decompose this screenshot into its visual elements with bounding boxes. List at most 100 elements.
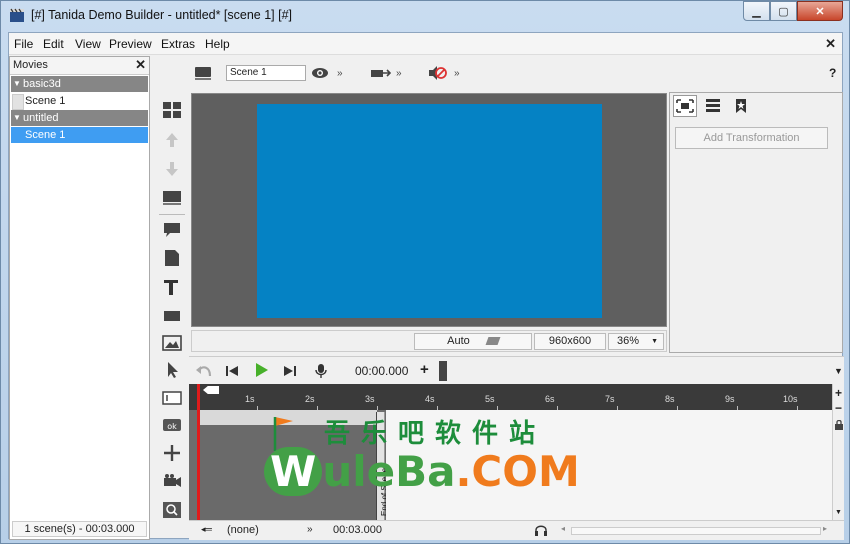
transformation-panel: Add Transformation — [669, 92, 843, 353]
text-icon[interactable] — [159, 276, 185, 298]
menu-help[interactable]: Help — [205, 37, 230, 51]
skip-end-icon[interactable] — [283, 362, 297, 380]
tab-transformation[interactable] — [673, 95, 697, 117]
tick-label: 4s — [425, 394, 435, 404]
movies-panel: Movies ✕ basic3d Scene 1 untitled Scene … — [9, 56, 150, 540]
layout-icon[interactable] — [159, 99, 185, 121]
stage-status-bar: Auto 960x600 36% ▼ — [191, 330, 667, 352]
tick-label: 3s — [365, 394, 375, 404]
lock-icon[interactable] — [834, 419, 844, 430]
undo-icon[interactable] — [195, 362, 213, 380]
scene-duration: 00:03.000 — [333, 524, 382, 536]
watermark-com: .COM — [455, 447, 580, 496]
arrow-down-icon[interactable] — [159, 158, 185, 180]
horizontal-scrollbar[interactable] — [571, 527, 821, 535]
scene-item[interactable]: Scene 1 — [11, 93, 148, 110]
chevron-down-icon[interactable]: » — [396, 64, 402, 82]
watermark-brand: WuleBa.COM — [264, 447, 580, 496]
mute-icon[interactable] — [427, 64, 447, 82]
tick-label: 6s — [545, 394, 555, 404]
scroll-left-icon[interactable]: ◂ — [561, 524, 565, 533]
chevron-down-icon: ▼ — [651, 338, 658, 345]
tab-bookmark[interactable] — [729, 95, 753, 117]
scene-canvas[interactable] — [257, 104, 602, 318]
timeline-ruler[interactable]: 1s 2s 3s 4s 5s 6s 7s 8s 9s 10s — [189, 384, 832, 410]
menu-view[interactable]: View — [75, 37, 101, 51]
menu-edit[interactable]: Edit — [43, 37, 64, 51]
movie-group-basic3d[interactable]: basic3d — [11, 76, 148, 92]
stage-area[interactable] — [191, 93, 667, 327]
scene-item-selected[interactable]: Scene 1 — [11, 127, 148, 143]
app-window: [#] Tanida Demo Builder - untitled* [sce… — [0, 0, 850, 544]
chevron-down-icon[interactable]: ▼ — [834, 366, 843, 376]
watermark-logo: 吾乐吧软件站 WuleBa.COM — [264, 413, 594, 511]
client-area: File Edit View Preview Extras Help ✕ Mov… — [8, 32, 844, 540]
add-marker-button[interactable]: + — [420, 361, 429, 378]
transition-value[interactable]: (none) — [227, 524, 259, 536]
movies-status: 1 scene(s) - 00:03.000 — [12, 521, 147, 537]
scene-name-field[interactable]: Scene 1 — [226, 65, 306, 81]
scene-properties-icon[interactable] — [194, 64, 212, 82]
input-field-icon[interactable] — [159, 387, 185, 409]
camera-icon[interactable] — [159, 470, 185, 492]
speech-bubble-icon[interactable] — [159, 219, 185, 241]
scroll-right-icon[interactable]: ▸ — [823, 524, 827, 533]
transition-icon[interactable] — [369, 64, 391, 82]
background-icon[interactable] — [159, 187, 185, 209]
app-icon — [9, 8, 25, 24]
timeline-status-bar: ◂═ (none) » 00:03.000 ◂ ▸ — [189, 520, 844, 540]
chevron-down-icon[interactable]: » — [337, 64, 343, 82]
rectangle-icon[interactable] — [159, 305, 185, 327]
layout-mode[interactable]: Auto — [414, 333, 532, 350]
note-icon[interactable] — [159, 247, 185, 269]
movies-panel-close-icon[interactable]: ✕ — [135, 57, 146, 73]
ok-button-icon[interactable]: ok — [159, 414, 185, 436]
crosshair-icon[interactable] — [159, 442, 185, 464]
tick-label: 9s — [725, 394, 735, 404]
close-button[interactable]: ✕ — [797, 1, 843, 21]
skip-start-icon[interactable] — [225, 362, 239, 380]
layout-mode-label: Auto — [447, 335, 470, 347]
zoom-select[interactable]: 36% ▼ — [608, 333, 664, 350]
zoom-in-button[interactable]: + — [835, 386, 842, 400]
maximize-button[interactable]: ▢ — [770, 1, 797, 21]
frame-icon — [676, 99, 694, 113]
menu-bar: File Edit View Preview Extras Help ✕ — [9, 33, 842, 55]
menu-preview[interactable]: Preview — [109, 37, 152, 51]
ruler-tick — [377, 406, 378, 410]
title-bar: [#] Tanida Demo Builder - untitled* [sce… — [1, 1, 849, 31]
menu-extras[interactable]: Extras — [161, 37, 195, 51]
play-icon[interactable] — [253, 361, 269, 379]
tick-label: 8s — [665, 394, 675, 404]
playback-bar: 00:00.000 + ▼ — [189, 356, 844, 384]
bookmark-icon — [736, 99, 746, 113]
pointer-icon[interactable] — [159, 359, 185, 381]
image-icon[interactable] — [159, 332, 185, 354]
transition-icon: ◂═ — [201, 524, 212, 534]
arrow-up-icon[interactable] — [159, 129, 185, 151]
minimize-button[interactable]: ▁ — [743, 1, 770, 21]
zoom-out-button[interactable]: − — [835, 401, 842, 415]
close-document-icon[interactable]: ✕ — [825, 36, 836, 52]
movies-panel-title: Movies — [13, 59, 48, 71]
menu-file[interactable]: File — [14, 37, 33, 51]
add-transformation-button[interactable]: Add Transformation — [675, 127, 828, 149]
scroll-down-icon[interactable]: ▼ — [835, 509, 842, 516]
chevron-down-icon[interactable]: » — [454, 64, 460, 82]
help-icon[interactable]: ? — [829, 64, 836, 82]
tick-label: 5s — [485, 394, 495, 404]
eraser-icon — [485, 337, 501, 346]
movie-group-untitled[interactable]: untitled — [11, 110, 148, 126]
zoom-area-icon[interactable] — [159, 499, 185, 521]
tab-list[interactable] — [701, 95, 725, 117]
playhead[interactable] — [197, 384, 200, 520]
object-toolbar: ok — [157, 91, 187, 540]
eye-icon[interactable] — [311, 64, 329, 82]
chevron-down-icon[interactable]: » — [307, 524, 313, 535]
zoom-value: 36% — [617, 335, 640, 347]
loop-marker[interactable] — [203, 386, 219, 394]
headphones-icon[interactable] — [534, 524, 548, 539]
microphone-icon[interactable] — [315, 362, 327, 380]
timeline-slider-handle[interactable] — [439, 361, 447, 381]
svg-text:ok: ok — [167, 422, 177, 431]
